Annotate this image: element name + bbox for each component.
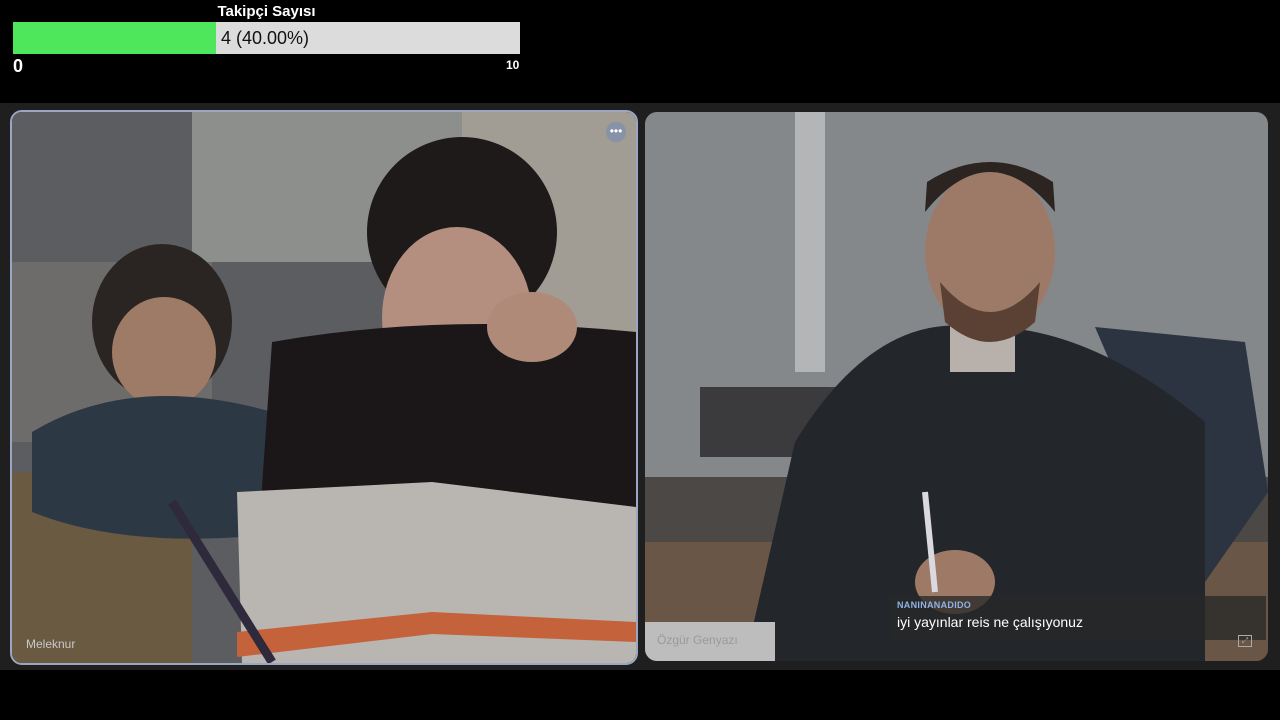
more-horizontal-icon: ••• bbox=[609, 124, 623, 138]
participant-name-right: Özgür Genyazı bbox=[657, 633, 738, 647]
bottom-band bbox=[0, 670, 1280, 720]
follower-goal-max: 10 bbox=[506, 58, 520, 72]
video-stage: ••• Meleknur Özgür Genyazı NANINANADIDO … bbox=[0, 103, 1280, 670]
participant-name-left: Meleknur bbox=[26, 637, 76, 651]
follower-goal-fill bbox=[13, 22, 216, 54]
chat-username: NANINANADIDO bbox=[897, 600, 972, 610]
follower-goal-min: 0 bbox=[13, 56, 24, 76]
participant-tile-right[interactable]: Özgür Genyazı NANINANADIDO iyi yayınlar … bbox=[645, 112, 1268, 661]
follower-goal-bar: 4 (40.00%) bbox=[13, 22, 520, 54]
follower-goal-title: Takipçi Sayısı bbox=[217, 3, 316, 20]
follower-goal-value: 4 (40.00%) bbox=[221, 28, 310, 48]
chat-overlay: NANINANADIDO iyi yayınlar reis ne çalışı… bbox=[890, 596, 1266, 640]
expand-icon[interactable]: ⤢ bbox=[1238, 635, 1252, 647]
chat-message: iyi yayınlar reis ne çalışıyonuz bbox=[897, 614, 1083, 630]
participant-video-right bbox=[645, 112, 1268, 661]
more-options-button[interactable]: ••• bbox=[606, 122, 626, 142]
participant-video-left bbox=[12, 112, 636, 663]
participant-tile-left[interactable]: ••• Meleknur bbox=[10, 110, 638, 665]
